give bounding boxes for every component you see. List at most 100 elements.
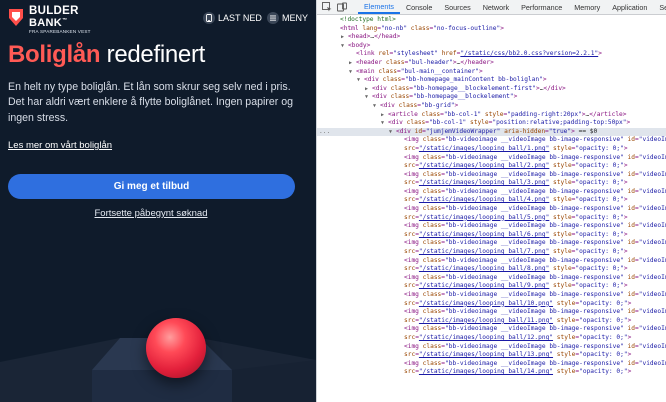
- tab-performance[interactable]: Performance: [515, 0, 568, 14]
- dom-tree[interactable]: <!doctype html> <html lang="no-nb" class=…: [317, 16, 666, 377]
- expand-triangle-icon[interactable]: ▶: [381, 111, 388, 120]
- expand-triangle-icon[interactable]: ▶: [341, 33, 348, 42]
- dom-tree-line[interactable]: <img class="bb-videoimage __videoImage b…: [317, 154, 666, 163]
- dom-tree-line[interactable]: src="/static/images/looping_ball/14.png"…: [317, 368, 666, 377]
- dom-tree-line[interactable]: src="/static/images/looping_ball/5.png" …: [317, 214, 666, 223]
- dom-token: style: [553, 351, 576, 359]
- dom-tree-line[interactable]: src="/static/images/looping_ball/6.png" …: [317, 231, 666, 240]
- inspect-element-icon[interactable]: [322, 2, 332, 12]
- dom-tree-line[interactable]: ▶ <div class="bb-homepage__blockelement-f…: [317, 85, 666, 94]
- dom-token: <div: [388, 119, 407, 127]
- dom-tree-line[interactable]: src="/static/images/looping_ball/11.png"…: [317, 317, 666, 326]
- collapse-triangle-icon[interactable]: ▼: [365, 93, 372, 102]
- dom-token: id: [623, 308, 636, 316]
- dom-tree-line[interactable]: src="/static/images/looping_ball/13.png"…: [317, 351, 666, 360]
- dom-token: src: [404, 162, 416, 170]
- page-title-rest: redefinert: [100, 41, 206, 68]
- dom-tree-line[interactable]: src="/static/images/looping_ball/8.png" …: [317, 265, 666, 274]
- dom-tree-line[interactable]: ▼ <div class="bb-grid">: [317, 102, 666, 111]
- device-toolbar-icon[interactable]: [337, 2, 347, 12]
- dom-token: "bb-videoimage __videoImage bb-image-res…: [445, 222, 624, 230]
- dom-token: >: [623, 282, 628, 290]
- tab-network[interactable]: Network: [477, 0, 515, 14]
- tab-elements[interactable]: Elements: [358, 0, 400, 14]
- dom-tree-line[interactable]: <img class="bb-videoimage __videoImage b…: [317, 291, 666, 300]
- dom-token: "opacity: 0;": [575, 282, 624, 290]
- dom-tree-line[interactable]: ▼ <body>: [317, 42, 666, 51]
- dom-tree-line[interactable]: ▶ <head>…</head>: [317, 33, 666, 42]
- dom-token: "opacity: 0;": [579, 316, 628, 324]
- dom-token: </head>: [374, 33, 401, 41]
- collapse-triangle-icon[interactable]: ▼: [381, 119, 388, 128]
- download-app-button[interactable]: LAST NED: [203, 12, 262, 24]
- expand-triangle-icon[interactable]: ▶: [365, 85, 372, 94]
- continue-application-link[interactable]: Fortsette påbegynt søknad: [0, 208, 302, 219]
- dom-token: <img: [404, 153, 423, 161]
- dom-tree-line[interactable]: <img class="bb-videoimage __videoImage b…: [317, 188, 666, 197]
- tab-console[interactable]: Console: [400, 0, 438, 14]
- logo-subtitle: FRA SPAREBANKEN VEST: [29, 28, 91, 34]
- dom-token: "no-nb": [381, 24, 408, 32]
- dom-tree-gutter-ellipsis[interactable]: ...: [319, 128, 330, 137]
- bulder-bank-logo[interactable]: BULDER BANK™ FRA SPAREBANKEN VEST: [8, 5, 91, 34]
- dom-tree-line[interactable]: <img class="bb-videoimage __videoImage b…: [317, 136, 666, 145]
- dom-tree-line[interactable]: ▼ <div class="bb-homepage__blockelement">: [317, 93, 666, 102]
- dom-tree-line[interactable]: <html lang="no-nb" class="no-focus-outli…: [317, 25, 666, 34]
- dom-token: src: [404, 144, 416, 152]
- dom-token: <div: [372, 93, 391, 101]
- dom-tree-line[interactable]: <img class="bb-videoimage __videoImage b…: [317, 308, 666, 317]
- dom-tree-line[interactable]: src="/static/images/looping_ball/9.png" …: [317, 282, 666, 291]
- devtools-panel: Elements Console Sources Network Perform…: [316, 0, 666, 402]
- dom-tree-line[interactable]: <img class="bb-videoimage __videoImage b…: [317, 205, 666, 214]
- expand-triangle-icon[interactable]: ▶: [349, 59, 356, 68]
- dom-tree-line[interactable]: ▶ <header class="bul-header">…</header>: [317, 59, 666, 68]
- dom-tree-line[interactable]: ▼ <div class="bb-col-1" style="position:r…: [317, 119, 666, 128]
- dom-tree-line[interactable]: <img class="bb-videoimage __videoImage b…: [317, 343, 666, 352]
- dom-tree-line[interactable]: <link rel="stylesheet" href="/static/css…: [317, 50, 666, 59]
- dom-tree-line[interactable]: <img class="bb-videoimage __videoImage b…: [317, 257, 666, 266]
- tab-application[interactable]: Application: [606, 0, 653, 14]
- dom-tree-line[interactable]: <img class="bb-videoimage __videoImage b…: [317, 325, 666, 334]
- dom-tree-line[interactable]: ▼ <main class="bul-main__container">: [317, 68, 666, 77]
- dom-tree-line[interactable]: ▶ <article class="bb-col-1" style="paddin…: [317, 111, 666, 120]
- collapse-triangle-icon[interactable]: ▼: [373, 102, 380, 111]
- collapse-triangle-icon[interactable]: ▼: [341, 42, 348, 51]
- collapse-triangle-icon[interactable]: ▼: [357, 76, 364, 85]
- dom-tree-line[interactable]: <img class="bb-videoimage __videoImage b…: [317, 171, 666, 180]
- dom-token: "/static/images/looping_ball/3.png": [418, 179, 550, 187]
- dom-token: class: [406, 119, 426, 127]
- dom-tree-line[interactable]: src="/static/images/looping_ball/7.png" …: [317, 248, 666, 257]
- dom-tree-line[interactable]: <img class="bb-videoimage __videoImage b…: [317, 239, 666, 248]
- collapse-triangle-icon[interactable]: ▼: [389, 128, 396, 137]
- tab-security[interactable]: Se: [653, 0, 666, 14]
- dom-tree-line[interactable]: <img class="bb-videoimage __videoImage b…: [317, 222, 666, 231]
- dom-tree-line[interactable]: src="/static/images/looping_ball/10.png"…: [317, 300, 666, 309]
- dom-tree-line[interactable]: src="/static/images/looping_ball/3.png" …: [317, 179, 666, 188]
- tab-sources[interactable]: Sources: [438, 0, 476, 14]
- dom-token: "/static/images/looping_ball/14.png": [418, 368, 554, 376]
- tab-memory[interactable]: Memory: [568, 0, 606, 14]
- dom-token: src: [404, 179, 416, 187]
- dom-token: "/static/images/looping_ball/4.png": [418, 196, 550, 204]
- dom-token: "bb-homepage__blockelement": [413, 93, 514, 101]
- dom-token: <img: [404, 239, 423, 247]
- dom-tree-line[interactable]: <img class="bb-videoimage __videoImage b…: [317, 274, 666, 283]
- menu-button[interactable]: MENY: [267, 12, 308, 24]
- dom-token: class: [422, 325, 442, 333]
- dom-token: >: [454, 101, 459, 109]
- dom-tree-line[interactable]: <!doctype html>: [317, 16, 666, 25]
- get-offer-button[interactable]: Gi meg et tilbud: [8, 174, 295, 199]
- dom-tree-line[interactable]: <img class="bb-videoimage __videoImage b…: [317, 360, 666, 369]
- dom-token: "bb-videoimage __videoImage bb-image-res…: [445, 256, 624, 264]
- collapse-triangle-icon[interactable]: ▼: [349, 68, 356, 77]
- dom-tree-line[interactable]: src="/static/images/looping_ball/4.png" …: [317, 196, 666, 205]
- dom-token: id: [623, 256, 636, 264]
- read-more-link[interactable]: Les mer om vårt boliglån: [8, 140, 112, 151]
- dom-tree-line[interactable]: src="/static/images/looping_ball/1.png" …: [317, 145, 666, 154]
- dom-tree-line-selected[interactable]: ... ▼ <div id="jumjemVideoWrapper" aria-hi…: [317, 127, 666, 137]
- dom-token: "bb-videoimage __videoImage bb-image-res…: [445, 136, 624, 144]
- dom-token: style: [549, 265, 572, 273]
- dom-tree-line[interactable]: src="/static/images/looping_ball/2.png" …: [317, 162, 666, 171]
- dom-tree-line[interactable]: src="/static/images/looping_ball/12.png"…: [317, 334, 666, 343]
- dom-tree-line[interactable]: ▼ <div class="bb-homepage_mainContent bb-…: [317, 76, 666, 85]
